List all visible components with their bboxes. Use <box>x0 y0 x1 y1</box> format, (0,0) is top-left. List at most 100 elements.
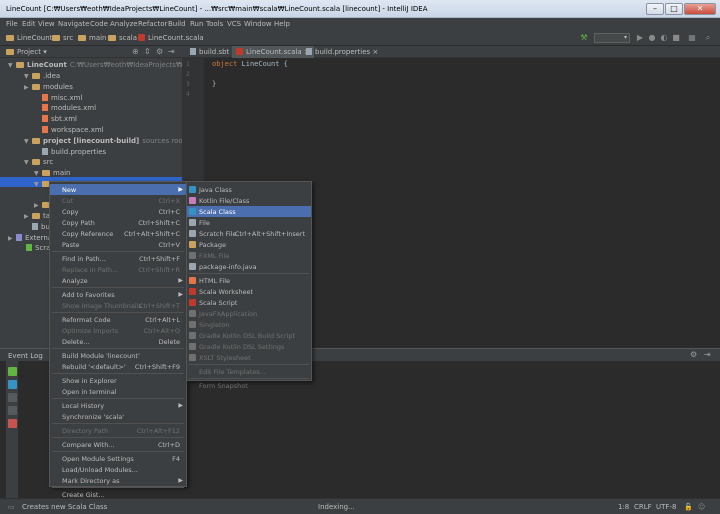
expand-arrow-icon[interactable]: ▼ <box>8 62 16 69</box>
menu-item-show-in-explorer[interactable]: Show in Explorer <box>50 375 186 386</box>
search-everywhere-icon[interactable]: ⌕ <box>704 33 712 42</box>
breadcrumb-linecount[interactable]: LineCount <box>6 34 52 42</box>
menu-item-open-module-settings[interactable]: Open Module Settings F4 <box>50 453 186 464</box>
menu-item-analyze[interactable]: Analyze ▶ <box>50 275 186 286</box>
menu-edit[interactable]: Edit <box>22 20 36 28</box>
tree-node[interactable]: ▶ External <box>8 234 54 242</box>
tree-node[interactable]: build.properties <box>34 148 106 156</box>
menu-item-create-gist[interactable]: Create Gist... <box>50 489 186 500</box>
filter-icon[interactable] <box>8 406 17 415</box>
menu-item-package-info-java[interactable]: package-info.java <box>187 261 311 272</box>
menu-item-local-history[interactable]: Local History ▶ <box>50 400 186 411</box>
caret-position[interactable]: 1:8 <box>618 503 629 511</box>
sync-icon[interactable]: ⊕ <box>132 47 139 56</box>
menu-file[interactable]: File <box>6 20 18 28</box>
hide-panel-icon[interactable]: ⇥ <box>168 47 175 56</box>
tree-node[interactable]: ▼ .idea <box>24 72 60 80</box>
menu-item-scala-script[interactable]: Scala Script <box>187 297 311 308</box>
close-tab-icon[interactable]: × <box>372 48 378 56</box>
settings-gear-icon[interactable]: ⚙ <box>690 350 697 359</box>
scroll-to-end-icon[interactable] <box>8 380 17 389</box>
tree-node[interactable]: ▼ src <box>24 158 53 166</box>
expand-arrow-icon[interactable]: ▼ <box>24 138 32 145</box>
menu-item-copy-reference[interactable]: Copy Reference Ctrl+Alt+Shift+C <box>50 228 186 239</box>
maximize-button[interactable]: □ <box>665 3 683 15</box>
inspector-icon[interactable]: ☺ <box>698 503 705 511</box>
menu-item-compare-with[interactable]: Compare With... Ctrl+D <box>50 439 186 450</box>
menu-item-reformat-code[interactable]: Reformat Code Ctrl+Alt+L <box>50 314 186 325</box>
menu-run[interactable]: Run <box>190 20 203 28</box>
menu-item-copy[interactable]: Copy Ctrl+C <box>50 206 186 217</box>
minimize-button[interactable]: – <box>646 3 664 15</box>
menu-item-html-file[interactable]: HTML File <box>187 275 311 286</box>
menu-item-add-to-favorites[interactable]: Add to Favorites ▶ <box>50 289 186 300</box>
menu-vcs[interactable]: VCS <box>227 20 241 28</box>
breadcrumb-src[interactable]: src <box>52 34 73 42</box>
menu-item-kotlin-file-class[interactable]: Kotlin File/Class <box>187 195 311 206</box>
menu-item-scratch-file[interactable]: Scratch File Ctrl+Alt+Shift+Insert <box>187 228 311 239</box>
menu-tools[interactable]: Tools <box>206 20 223 28</box>
stop-icon[interactable]: ■ <box>672 33 680 42</box>
hide-panel-icon[interactable]: ⇥ <box>704 350 711 359</box>
expand-arrow-icon[interactable]: ▶ <box>24 213 32 220</box>
tool-windows-icon[interactable]: ▭ <box>8 503 15 511</box>
menu-refactor[interactable]: Refactor <box>138 20 167 28</box>
breadcrumb-file[interactable]: LineCount.scala <box>138 34 204 42</box>
close-button[interactable]: ✕ <box>684 3 716 15</box>
menu-build[interactable]: Build <box>168 20 186 28</box>
menu-item-file[interactable]: File <box>187 217 311 228</box>
code-line-3[interactable]: } <box>212 80 216 88</box>
menu-item-synchronize-scala[interactable]: Synchronize 'scala' <box>50 411 186 422</box>
clear-all-icon[interactable] <box>8 419 17 428</box>
line-separator[interactable]: CRLF <box>634 503 652 511</box>
menu-item-new[interactable]: New ▶ <box>50 184 186 195</box>
project-structure-icon[interactable]: ▦ <box>688 33 696 42</box>
tree-node[interactable]: ▶ modules <box>24 83 73 91</box>
debug-icon[interactable]: ● <box>648 33 656 42</box>
menu-item-open-in-terminal[interactable]: Open in terminal <box>50 386 186 397</box>
menu-item-delete[interactable]: Delete... Delete <box>50 336 186 347</box>
menu-item-rebuild-default[interactable]: Rebuild '<default>' Ctrl+Shift+F9 <box>50 361 186 372</box>
menu-analyze[interactable]: Analyze <box>110 20 138 28</box>
menu-item-copy-path[interactable]: Copy Path Ctrl+Shift+C <box>50 217 186 228</box>
expand-arrow-icon[interactable]: ▶ <box>24 84 32 91</box>
soft-wrap-icon[interactable] <box>8 393 17 402</box>
expand-arrow-icon[interactable]: ▶ <box>8 235 16 242</box>
menu-item-find-in-path[interactable]: Find in Path... Ctrl+Shift+F <box>50 253 186 264</box>
tree-node[interactable]: modules.xml <box>34 104 96 112</box>
menu-item-package[interactable]: Package <box>187 239 311 250</box>
indexing-progress[interactable]: Indexing... <box>318 503 355 511</box>
run-configuration-dropdown[interactable]: ▾ <box>594 33 630 43</box>
tab-build-properties[interactable]: build.properties × <box>302 46 382 58</box>
tree-node[interactable]: sbt.xml <box>34 115 77 123</box>
menu-item-java-class[interactable]: Java Class <box>187 184 311 195</box>
menu-item-scala-class[interactable]: Scala Class <box>187 206 311 217</box>
breadcrumb-scala[interactable]: scala <box>108 34 137 42</box>
settings-gear-icon[interactable]: ⚙ <box>156 47 163 56</box>
menu-navigate[interactable]: Navigate <box>58 20 89 28</box>
menu-code[interactable]: Code <box>90 20 108 28</box>
menu-item-build-module-linecount[interactable]: Build Module 'linecount' <box>50 350 186 361</box>
expand-arrow-icon[interactable]: ▼ <box>24 159 32 166</box>
tree-node[interactable]: ▼ main <box>34 169 71 177</box>
menu-item-scala-worksheet[interactable]: Scala Worksheet <box>187 286 311 297</box>
menu-item-load-unload-modules[interactable]: Load/Unload Modules... <box>50 464 186 475</box>
expand-arrow-icon[interactable]: ▼ <box>34 170 42 177</box>
expand-arrow-icon[interactable]: ▼ <box>24 73 32 80</box>
mark-read-icon[interactable] <box>8 367 17 376</box>
run-icon[interactable]: ▶ <box>636 33 644 42</box>
coverage-icon[interactable]: ◐ <box>660 33 668 42</box>
tree-node[interactable]: workspace.xml <box>34 126 104 134</box>
collapse-icon[interactable]: ⇕ <box>144 47 151 56</box>
expand-arrow-icon[interactable]: ▼ <box>34 181 42 188</box>
lock-icon[interactable]: 🔓 <box>684 503 693 511</box>
menu-view[interactable]: View <box>38 20 55 28</box>
file-encoding[interactable]: UTF-8 <box>656 503 676 511</box>
menu-item-mark-directory-as[interactable]: Mark Directory as ▶ <box>50 475 186 486</box>
breadcrumb-main[interactable]: main <box>78 34 107 42</box>
tree-node[interactable]: ▼ project [linecount-build] sources root <box>24 137 185 145</box>
tree-node[interactable]: misc.xml <box>34 94 82 102</box>
menu-item-paste[interactable]: Paste Ctrl+V <box>50 239 186 250</box>
menu-help[interactable]: Help <box>274 20 290 28</box>
project-view-selector[interactable]: Project ▾ <box>6 48 47 56</box>
